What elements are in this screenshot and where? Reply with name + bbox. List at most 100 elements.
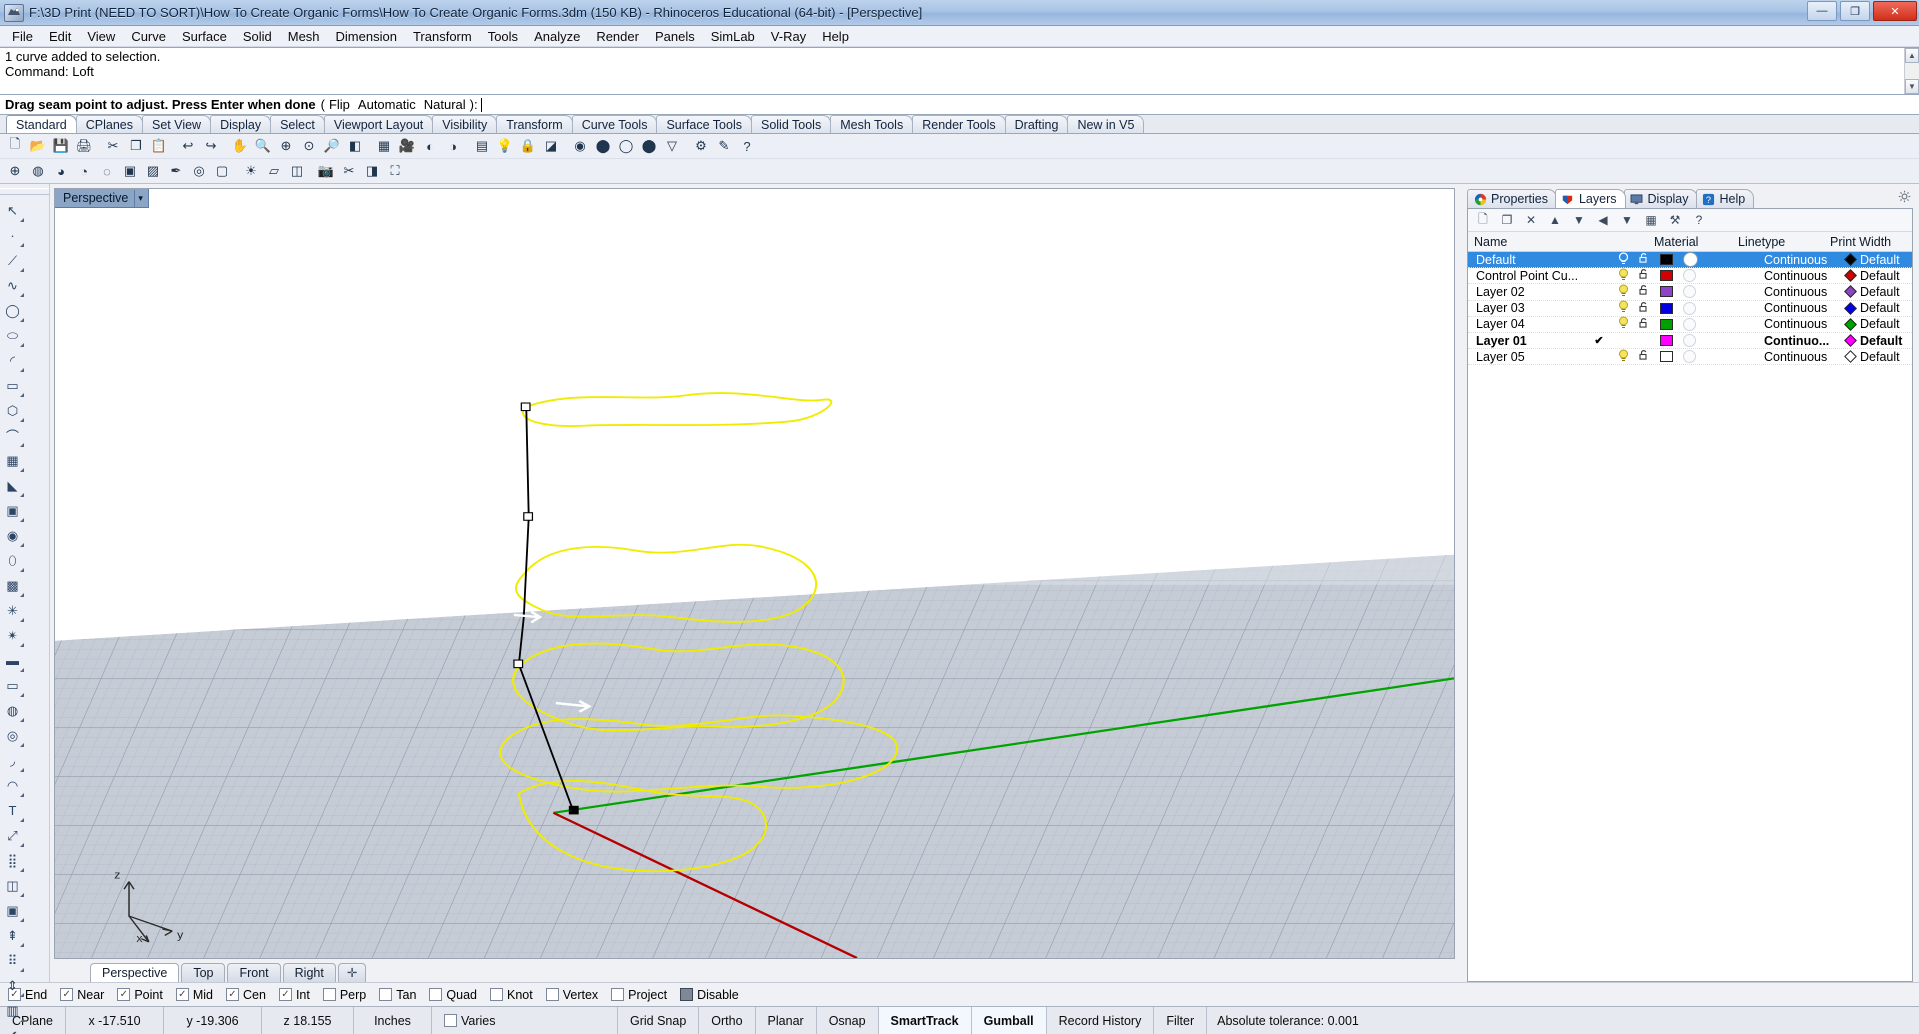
- artistic-view-icon[interactable]: ▨: [142, 160, 164, 182]
- menu-item-curve[interactable]: Curve: [123, 27, 174, 46]
- layers-icon[interactable]: ▤: [471, 135, 493, 157]
- osnap-checkbox[interactable]: ✓: [278, 988, 292, 1001]
- new-layer-icon[interactable]: 🗋: [1472, 210, 1494, 230]
- move-up-icon[interactable]: ▲: [1544, 210, 1566, 230]
- sphere-gray-icon[interactable]: ⬤: [592, 135, 614, 157]
- command-option-automatic[interactable]: Automatic: [358, 97, 416, 112]
- layer-color-swatch[interactable]: [1654, 286, 1678, 298]
- toolbar-tab-solid-tools[interactable]: Solid Tools: [750, 115, 832, 133]
- panel-tab-layers[interactable]: Layers: [1554, 189, 1626, 208]
- osnap-perp[interactable]: Perp: [322, 988, 366, 1002]
- layer-name[interactable]: Layer 03: [1468, 301, 1586, 315]
- circle-icon[interactable]: ◯: [0, 298, 25, 323]
- osnap-cen[interactable]: ✓ Cen: [226, 988, 266, 1002]
- layer-name[interactable]: Layer 04: [1468, 317, 1586, 331]
- column-header-print-width[interactable]: Print Width: [1816, 235, 1912, 249]
- arc-icon[interactable]: ◜: [0, 348, 25, 373]
- layers-list[interactable]: Default Continuous Default Control Point Cu…: [1468, 252, 1912, 981]
- layer-linetype[interactable]: Continuo...: [1762, 334, 1842, 348]
- osnap-checkbox[interactable]: ✓: [175, 988, 189, 1001]
- panel-tab-display[interactable]: Display: [1623, 189, 1698, 208]
- layer-row[interactable]: Layer 02 Continuous Default: [1468, 284, 1912, 301]
- save-file-icon[interactable]: 💾: [50, 135, 72, 157]
- toolbar-tab-mesh-tools[interactable]: Mesh Tools: [830, 115, 914, 133]
- toolbar-tab-set-view[interactable]: Set View: [141, 115, 212, 133]
- layer-lock-icon[interactable]: [1634, 349, 1654, 364]
- fullscreen-icon[interactable]: ⛶: [384, 160, 406, 182]
- layer-color-swatch[interactable]: [1654, 335, 1678, 347]
- open-file-icon[interactable]: 📂: [27, 135, 49, 157]
- named-view-icon[interactable]: ◫: [286, 160, 308, 182]
- layer-state-icon[interactable]: ◪: [540, 135, 562, 157]
- layer-color-swatch[interactable]: [1654, 270, 1678, 282]
- layer-visibility-bulb-icon[interactable]: [1612, 284, 1634, 300]
- toolbar-tab-cplanes[interactable]: CPlanes: [75, 115, 143, 133]
- layer-linetype[interactable]: Continuous: [1762, 253, 1842, 267]
- layer-linetype[interactable]: Continuous: [1762, 301, 1842, 315]
- osnap-checkbox[interactable]: [611, 988, 625, 1001]
- menu-item-dimension[interactable]: Dimension: [328, 27, 405, 46]
- trim-icon[interactable]: ▬: [0, 648, 25, 673]
- box-icon[interactable]: ▣: [0, 498, 25, 523]
- copy-icon[interactable]: ❐: [125, 135, 147, 157]
- polyline-icon[interactable]: ⟋: [0, 248, 25, 273]
- layer-color-swatch[interactable]: [1654, 302, 1678, 314]
- viewport-title-bar[interactable]: Perspective ▾: [55, 189, 149, 208]
- column-header-name[interactable]: Name: [1468, 235, 1586, 249]
- toolbar-tab-surface-tools[interactable]: Surface Tools: [656, 115, 752, 133]
- menu-item-transform[interactable]: Transform: [405, 27, 480, 46]
- cplane-icon[interactable]: ▱: [263, 160, 285, 182]
- layer-visibility-bulb-icon[interactable]: [1612, 300, 1634, 316]
- tools-hammer-icon[interactable]: ⚒: [1664, 210, 1686, 230]
- toolbar-grip[interactable]: [0, 188, 49, 195]
- layer-color-swatch[interactable]: [1654, 254, 1678, 266]
- polygon-icon[interactable]: ⬡: [0, 398, 25, 423]
- check-mark-icon[interactable]: ✔: [0, 1023, 25, 1034]
- panel-tab-properties[interactable]: Properties: [1467, 189, 1557, 208]
- viewport-tab-front[interactable]: Front: [227, 963, 281, 982]
- render-properties-icon[interactable]: ◑: [442, 135, 464, 157]
- menu-item-mesh[interactable]: Mesh: [280, 27, 328, 46]
- display-mode-icon[interactable]: ◨: [361, 160, 383, 182]
- layer-visibility-bulb-icon[interactable]: [1612, 268, 1634, 284]
- menu-item-view[interactable]: View: [79, 27, 123, 46]
- toolbar-tab-render-tools[interactable]: Render Tools: [912, 115, 1006, 133]
- menu-item-v-ray[interactable]: V-Ray: [763, 27, 814, 46]
- status-toggle-filter[interactable]: Filter: [1154, 1007, 1208, 1034]
- close-button[interactable]: ✕: [1873, 1, 1917, 21]
- surface-sweep-icon[interactable]: ◣: [0, 473, 25, 498]
- menu-item-file[interactable]: File: [4, 27, 41, 46]
- menu-item-solid[interactable]: Solid: [235, 27, 280, 46]
- layer-color-swatch[interactable]: [1654, 351, 1678, 363]
- menu-item-simlab[interactable]: SimLab: [703, 27, 763, 46]
- layer-print-width[interactable]: Default: [1842, 334, 1912, 348]
- layer-material-swatch[interactable]: [1678, 269, 1762, 283]
- layer-lock-icon[interactable]: [1634, 301, 1654, 316]
- osnap-vertex[interactable]: Vertex: [545, 988, 598, 1002]
- layer-lock-icon[interactable]: [1634, 268, 1654, 283]
- osnap-near[interactable]: ✓ Near: [60, 988, 104, 1002]
- layer-lock-icon[interactable]: [1634, 317, 1654, 332]
- osnap-mid[interactable]: ✓ Mid: [175, 988, 213, 1002]
- rectangle-icon[interactable]: ▭: [0, 373, 25, 398]
- command-history-lines[interactable]: 1 curve added to selection. Command: Loft: [0, 48, 1904, 94]
- layer-row[interactable]: Layer 05 Continuous Default: [1468, 349, 1912, 366]
- zoom-extents-icon[interactable]: ⊕: [275, 135, 297, 157]
- add-viewport-tab-button[interactable]: ✛: [337, 963, 367, 982]
- properties-grid-icon[interactable]: ▦: [1640, 210, 1662, 230]
- column-header-material[interactable]: Material: [1652, 235, 1736, 249]
- zoom-window-icon[interactable]: 🔍: [252, 135, 274, 157]
- status-toggle-smarttrack[interactable]: SmartTrack: [878, 1007, 972, 1034]
- layer-material-swatch[interactable]: [1678, 334, 1762, 348]
- layer-material-swatch[interactable]: [1678, 252, 1762, 268]
- delete-layer-icon[interactable]: ✕: [1520, 210, 1542, 230]
- boolean-union-icon[interactable]: ✳: [0, 598, 25, 623]
- layer-material-swatch[interactable]: [1678, 301, 1762, 315]
- minimize-button[interactable]: —: [1807, 1, 1837, 21]
- undo-icon[interactable]: ↩: [177, 135, 199, 157]
- boolean-difference-icon[interactable]: ◍: [0, 698, 25, 723]
- layer-linetype[interactable]: Continuous: [1762, 285, 1842, 299]
- layer-row[interactable]: Layer 04 Continuous Default: [1468, 316, 1912, 333]
- array-icon[interactable]: ⣿: [0, 848, 25, 873]
- maximize-button[interactable]: ❐: [1840, 1, 1870, 21]
